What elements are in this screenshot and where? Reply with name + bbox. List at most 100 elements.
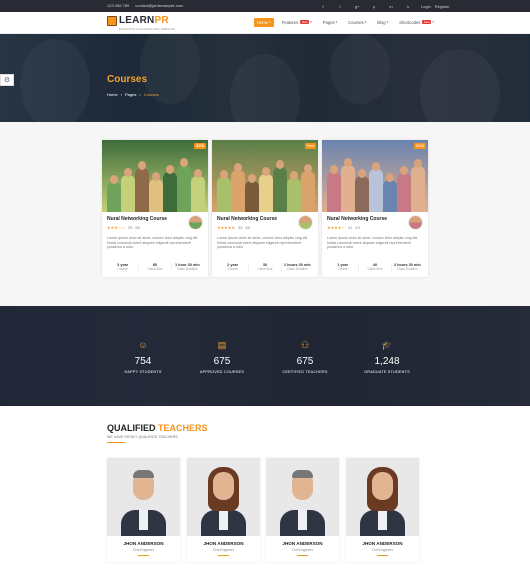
teacher-card[interactable]: JHON ANDERSON Civil Engineer (346, 458, 419, 562)
facebook-icon[interactable]: f (319, 2, 327, 10)
chevron-down-icon: ▾ (269, 20, 271, 24)
chevron-down-icon: ▾ (386, 20, 389, 24)
counter-item: ▤ 675 APPROVED COURSES (182, 340, 262, 374)
course-stat: 1 hour 30 min Class Duration (172, 263, 203, 271)
course-title[interactable]: Nural Networking Course (217, 216, 277, 222)
price-tag: $39$ (414, 143, 426, 149)
course-stat: 3 year Course (107, 263, 140, 271)
nav-item-label: Pages (322, 19, 335, 25)
review-count: 68 (135, 225, 140, 230)
course-image[interactable]: $29$ (102, 140, 208, 212)
section-divider (107, 442, 125, 443)
stars-icon: ★★★★☆ (327, 225, 345, 230)
course-rating: ★★★☆☆ 29 68 (107, 225, 140, 230)
breadcrumb-pages[interactable]: Pages (125, 92, 136, 97)
teacher-role: Civil Engineer (372, 548, 393, 552)
breadcrumb-home[interactable]: Home (107, 92, 118, 97)
counter-label: APPROVED COURSES (199, 370, 245, 374)
nav-item-features[interactable]: Features New ▾ (279, 18, 315, 27)
instructor-avatar[interactable] (188, 215, 203, 230)
nav-item-blog[interactable]: Blog ▾ (374, 18, 391, 27)
book-logo-icon (107, 16, 117, 26)
teacher-photo[interactable] (266, 458, 339, 536)
register-link[interactable]: Register (435, 4, 450, 9)
nav-item-home[interactable]: Home ▾ (254, 17, 274, 27)
rating-count: 33 (237, 225, 243, 230)
teacher-photo[interactable] (346, 458, 419, 536)
stat-label: Course (117, 267, 128, 271)
section-subtitle: WE HAVE HIGHLY QUALIFIED TEACHERS (107, 435, 178, 439)
course-stat: 2 hours 30 min Class Duration (282, 263, 313, 271)
nav-item-pages[interactable]: Pages ▾ (320, 18, 340, 27)
pinterest-icon[interactable]: p (370, 2, 378, 10)
course-card[interactable]: Free Nural Networking Course ★★★★★ 33 66 Lore… (212, 140, 318, 277)
rating-count: 41 (347, 225, 353, 230)
teacher-divider (377, 555, 388, 556)
teachers-section: QUALIFIED TEACHERS WE HAVE HIGHLY QUALIF… (0, 406, 530, 570)
price-tag: Free (304, 143, 316, 149)
chevron-down-icon: ▾ (310, 20, 312, 24)
settings-gear-icon[interactable]: ⚙ (0, 74, 14, 86)
brand-tagline: EDUCATION & LEARNING PSD TEMPLATE (119, 27, 175, 31)
counter-item: ⚇ 675 CERTIFIED TEACHERS (265, 340, 345, 374)
stat-label: Class Size (147, 267, 163, 271)
teacher-name[interactable]: JHON ANDERSON (346, 541, 419, 546)
teacher-photo[interactable] (187, 458, 260, 536)
stat-label: Class Duration (396, 267, 418, 271)
breadcrumb: Home › Pages › Courses (107, 92, 159, 97)
page-header: Courses Home › Pages › Courses ⚙ (0, 34, 530, 122)
course-card[interactable]: $39$ Nural Networking Course ★★★★☆ 41 63 Lore… (322, 140, 428, 277)
skype-icon[interactable]: s (404, 2, 412, 10)
teacher-name[interactable]: JHON ANDERSON (266, 541, 339, 546)
brand-name: LEARNPR (119, 15, 169, 26)
instructor-avatar[interactable] (298, 215, 313, 230)
linkedin-icon[interactable]: in (387, 2, 395, 10)
stat-label: Course (337, 267, 348, 271)
course-title[interactable]: Nural Networking Course (107, 216, 167, 222)
course-image[interactable]: Free (212, 140, 318, 212)
course-stat: 80 Class Size (139, 263, 172, 271)
teacher-role: Civil Engineer (213, 548, 234, 552)
teacher-name[interactable]: JHON ANDERSON (107, 541, 180, 546)
email-text[interactable]: contact@jamiexample.com (135, 3, 183, 8)
twitter-icon[interactable]: t (336, 2, 344, 10)
teacher-card[interactable]: JHON ANDERSON Civil Engineer (107, 458, 180, 562)
new-badge: New (422, 20, 432, 24)
instructor-avatar[interactable] (408, 215, 423, 230)
counter-item: ☺ 754 HAPPY STUDENTS (103, 340, 183, 374)
stat-label: Course (227, 267, 238, 271)
counters-section: ☺ 754 HAPPY STUDENTS ▤ 675 APPROVED COURSES ⚇ 6… (0, 306, 530, 406)
new-badge: New (300, 20, 310, 24)
nav-menu: Home ▾ Features New ▾ Pages ▾ Courses ▾ Blog ▾ Shor… (254, 17, 442, 27)
top-bar: 123 456 789 contact@jamiexample.com f t … (0, 0, 530, 12)
page-title: Courses (107, 74, 148, 85)
course-image[interactable]: $39$ (322, 140, 428, 212)
course-rating: ★★★★☆ 41 63 (327, 225, 360, 230)
stat-label: Class Size (257, 267, 273, 271)
teacher-divider (138, 555, 149, 556)
teacher-card[interactable]: JHON ANDERSON Civil Engineer (187, 458, 260, 562)
teacher-icon: ⚇ (300, 340, 310, 350)
course-card[interactable]: $29$ Nural Networking Course ★★★☆☆ 29 68 Lore… (102, 140, 208, 277)
brand-logo[interactable]: LEARNPR EDUCATION & LEARNING PSD TEMPLAT… (107, 15, 175, 31)
breadcrumb-current: Courses (143, 92, 159, 97)
nav-item-courses[interactable]: Courses ▾ (345, 18, 369, 27)
teacher-card[interactable]: JHON ANDERSON Civil Engineer (266, 458, 339, 562)
price-tag: $29$ (194, 143, 206, 149)
nav-item-label: Features (281, 19, 299, 25)
google-plus-icon[interactable]: g+ (353, 2, 361, 10)
nav-item-shortcodes[interactable]: Shortcodes New ▾ (396, 18, 437, 27)
counter-item: 🎓 1,248 GRADUATE STUDENTS (347, 340, 427, 374)
smile-icon: ☺ (138, 340, 148, 350)
course-stats: 3 year Course 80 Class Size 1 hour 30 min Cla… (107, 263, 203, 271)
rating-count: 29 (127, 225, 133, 230)
review-count: 63 (355, 225, 360, 230)
course-title[interactable]: Nural Networking Course (327, 216, 387, 222)
teacher-name[interactable]: JHON ANDERSON (187, 541, 260, 546)
counter-label: GRADUATE STUDENTS (364, 370, 410, 374)
login-link[interactable]: Login (421, 4, 431, 9)
main-navbar: LEARNPR EDUCATION & LEARNING PSD TEMPLAT… (0, 12, 530, 34)
teacher-photo[interactable] (107, 458, 180, 536)
course-rating: ★★★★★ 33 66 (217, 225, 250, 230)
teacher-divider (297, 555, 308, 556)
